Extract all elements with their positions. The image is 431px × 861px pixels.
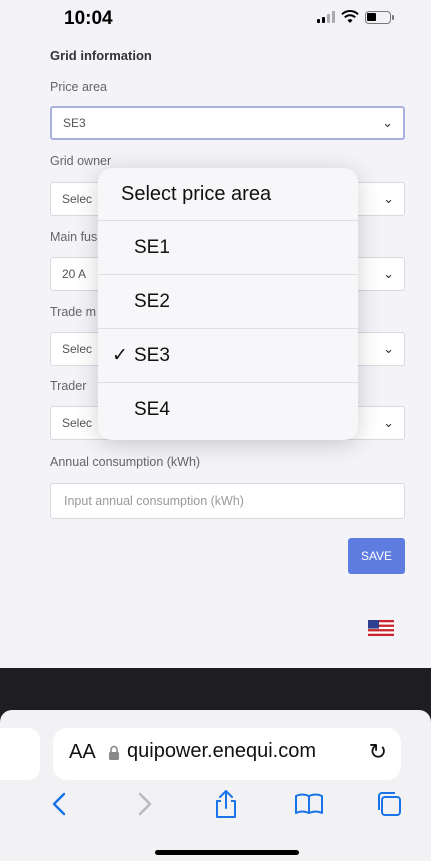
- lock-icon: [109, 745, 119, 760]
- url-text[interactable]: quipower.enequi.com: [127, 740, 316, 763]
- text-size-button[interactable]: AA: [69, 741, 96, 764]
- option-label: SE2: [134, 291, 170, 312]
- option-label: SE3: [134, 345, 170, 366]
- battery-icon: [365, 10, 394, 24]
- browser-bottom-bar: AA quipower.enequi.com ↻: [0, 710, 431, 861]
- chevron-down-icon: ⌄: [383, 191, 394, 206]
- wifi-icon: [341, 10, 359, 23]
- price-area-picker: Select price area SE1 SE2 ✓ SE3 SE4: [98, 168, 358, 440]
- address-bar[interactable]: AA quipower.enequi.com ↻: [53, 728, 401, 780]
- save-button[interactable]: SAVE: [348, 538, 405, 574]
- annual-consumption-label: Annual consumption (kWh): [50, 455, 201, 469]
- chevron-down-icon: ⌄: [383, 341, 394, 356]
- tabs-icon[interactable]: [374, 788, 406, 820]
- section-title: Grid information: [50, 48, 152, 63]
- option-label: SE4: [134, 399, 170, 420]
- signal-icon: [317, 11, 335, 23]
- annual-consumption-input[interactable]: Input annual consumption (kWh): [50, 483, 405, 519]
- browser-toolbar: [0, 788, 431, 828]
- us-flag-icon[interactable]: [368, 620, 394, 636]
- home-indicator: [155, 850, 299, 855]
- aa-label: AA: [69, 741, 96, 763]
- price-area-select[interactable]: SE3 ⌄: [50, 106, 405, 140]
- trade-method-value: Selec: [62, 342, 93, 356]
- share-icon[interactable]: [210, 788, 242, 820]
- main-fuse-label: Main fus: [50, 230, 98, 244]
- trader-label: Trader: [50, 379, 87, 393]
- clock: 10:04: [64, 8, 113, 29]
- picker-title: Select price area: [98, 168, 358, 221]
- grid-owner-value: Selec: [62, 192, 93, 206]
- picker-option-se2[interactable]: SE2: [98, 275, 358, 329]
- chevron-down-icon: ⌄: [382, 115, 393, 130]
- option-label: SE1: [134, 237, 170, 258]
- main-fuse-value: 20 A: [62, 267, 87, 281]
- picker-option-se1[interactable]: SE1: [98, 221, 358, 275]
- trade-method-label: Trade m: [50, 305, 97, 319]
- status-icons: [317, 10, 394, 24]
- picker-option-se3[interactable]: ✓ SE3: [98, 329, 358, 383]
- previous-tab-peek[interactable]: [0, 728, 40, 780]
- chevron-down-icon: ⌄: [383, 266, 394, 281]
- checkmark-icon: ✓: [112, 345, 128, 366]
- status-bar: 10:04: [0, 0, 431, 36]
- price-area-value: SE3: [63, 116, 86, 130]
- reload-icon[interactable]: ↻: [369, 739, 387, 765]
- price-area-label: Price area: [50, 80, 107, 94]
- forward-icon[interactable]: [128, 788, 160, 820]
- grid-owner-label: Grid owner: [50, 154, 112, 168]
- trader-value: Selec: [62, 416, 93, 430]
- chevron-down-icon: ⌄: [383, 415, 394, 430]
- back-icon[interactable]: [44, 788, 76, 820]
- bookmarks-icon[interactable]: [293, 788, 325, 820]
- picker-option-se4[interactable]: SE4: [98, 383, 358, 437]
